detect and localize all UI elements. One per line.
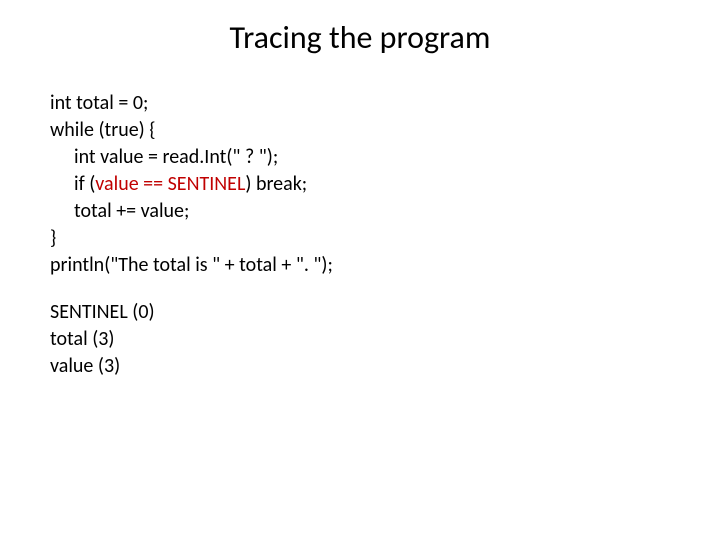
code-condition-highlight: value == SENTINEL [95, 172, 245, 196]
code-line-6: } [50, 225, 333, 252]
trace-line-3: value (3) [50, 353, 333, 380]
slide-title: Tracing the program [0, 18, 720, 57]
slide: Tracing the program int total = 0; while… [0, 0, 720, 540]
code-line-3: int value = read.Int(" ? "); [50, 144, 333, 171]
code-line-4: if (value == SENTINEL) break; [50, 171, 333, 198]
code-if-pre: if ( [74, 172, 95, 196]
trace-line-1: SENTINEL (0) [50, 299, 333, 326]
code-line-5: total += value; [50, 198, 333, 225]
trace-line-2: total (3) [50, 326, 333, 353]
code-line-7: println("The total is " + total + ". "); [50, 252, 333, 279]
slide-body: int total = 0; while (true) { int value … [50, 90, 333, 380]
code-if-post: ) break; [245, 172, 307, 196]
code-line-2: while (true) { [50, 117, 333, 144]
spacer [50, 279, 333, 299]
code-line-1: int total = 0; [50, 90, 333, 117]
